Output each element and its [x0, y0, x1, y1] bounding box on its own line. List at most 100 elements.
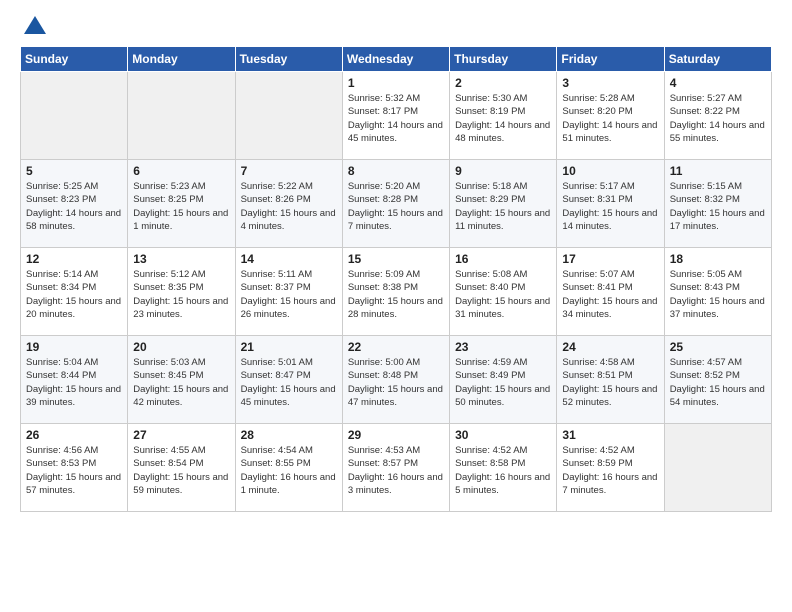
day-info: Sunrise: 5:17 AMSunset: 8:31 PMDaylight:… — [562, 180, 658, 233]
page: SundayMondayTuesdayWednesdayThursdayFrid… — [0, 0, 792, 528]
weekday-header: Wednesday — [342, 47, 449, 72]
calendar-cell: 11 Sunrise: 5:15 AMSunset: 8:32 PMDayligh… — [664, 160, 771, 248]
logo — [20, 16, 46, 34]
day-info: Sunrise: 5:27 AMSunset: 8:22 PMDaylight:… — [670, 92, 766, 145]
calendar-cell: 26 Sunrise: 4:56 AMSunset: 8:53 PMDayligh… — [21, 424, 128, 512]
calendar-cell: 20Sunrise: 5:03 AMSunset: 8:45 PMDayligh… — [128, 336, 235, 424]
day-number: 31 — [562, 428, 658, 442]
weekday-header: Thursday — [450, 47, 557, 72]
calendar-cell — [21, 72, 128, 160]
weekday-header: Saturday — [664, 47, 771, 72]
calendar-header: SundayMondayTuesdayWednesdayThursdayFrid… — [21, 47, 772, 72]
day-number: 18 — [670, 252, 766, 266]
weekday-header: Tuesday — [235, 47, 342, 72]
day-info: Sunrise: 5:15 AMSunset: 8:32 PMDaylight:… — [670, 180, 766, 233]
header — [20, 16, 772, 34]
logo-icon — [24, 16, 46, 34]
day-number: 2 — [455, 76, 551, 90]
day-number: 7 — [241, 164, 337, 178]
calendar-week-row: 12 Sunrise: 5:14 AMSunset: 8:34 PMDayligh… — [21, 248, 772, 336]
calendar-cell: 18 Sunrise: 5:05 AMSunset: 8:43 PMDayligh… — [664, 248, 771, 336]
day-number: 3 — [562, 76, 658, 90]
day-info: Sunrise: 5:05 AMSunset: 8:43 PMDaylight:… — [670, 268, 766, 321]
calendar-cell: 3 Sunrise: 5:28 AMSunset: 8:20 PMDaylight… — [557, 72, 664, 160]
day-number: 28 — [241, 428, 337, 442]
day-number: 25 — [670, 340, 766, 354]
day-info: Sunrise: 5:11 AMSunset: 8:37 PMDaylight:… — [241, 268, 337, 321]
day-info: Sunrise: 5:32 AMSunset: 8:17 PMDaylight:… — [348, 92, 444, 145]
day-number: 12 — [26, 252, 122, 266]
calendar-cell: 14Sunrise: 5:11 AMSunset: 8:37 PMDayligh… — [235, 248, 342, 336]
day-info: Sunrise: 5:25 AMSunset: 8:23 PMDaylight:… — [26, 180, 122, 233]
calendar-cell: 6Sunrise: 5:23 AMSunset: 8:25 PMDaylight… — [128, 160, 235, 248]
day-number: 11 — [670, 164, 766, 178]
day-info: Sunrise: 5:28 AMSunset: 8:20 PMDaylight:… — [562, 92, 658, 145]
day-number: 5 — [26, 164, 122, 178]
calendar-week-row: 5 Sunrise: 5:25 AMSunset: 8:23 PMDaylight… — [21, 160, 772, 248]
calendar-cell: 30Sunrise: 4:52 AMSunset: 8:58 PMDayligh… — [450, 424, 557, 512]
day-number: 16 — [455, 252, 551, 266]
calendar-cell: 13 Sunrise: 5:12 AMSunset: 8:35 PMDayligh… — [128, 248, 235, 336]
weekday-header: Friday — [557, 47, 664, 72]
calendar-cell: 4 Sunrise: 5:27 AMSunset: 8:22 PMDaylight… — [664, 72, 771, 160]
day-number: 15 — [348, 252, 444, 266]
calendar-cell: 9Sunrise: 5:18 AMSunset: 8:29 PMDaylight… — [450, 160, 557, 248]
calendar-cell: 1 Sunrise: 5:32 AMSunset: 8:17 PMDaylight… — [342, 72, 449, 160]
day-number: 20 — [133, 340, 229, 354]
day-info: Sunrise: 4:59 AMSunset: 8:49 PMDaylight:… — [455, 356, 551, 409]
calendar-body: 1 Sunrise: 5:32 AMSunset: 8:17 PMDaylight… — [21, 72, 772, 512]
calendar-week-row: 19Sunrise: 5:04 AMSunset: 8:44 PMDayligh… — [21, 336, 772, 424]
calendar-cell: 2 Sunrise: 5:30 AMSunset: 8:19 PMDaylight… — [450, 72, 557, 160]
day-info: Sunrise: 4:53 AMSunset: 8:57 PMDaylight:… — [348, 444, 444, 497]
weekday-header: Sunday — [21, 47, 128, 72]
day-number: 8 — [348, 164, 444, 178]
day-info: Sunrise: 5:12 AMSunset: 8:35 PMDaylight:… — [133, 268, 229, 321]
day-info: Sunrise: 5:07 AMSunset: 8:41 PMDaylight:… — [562, 268, 658, 321]
day-info: Sunrise: 5:22 AMSunset: 8:26 PMDaylight:… — [241, 180, 337, 233]
calendar-cell: 31 Sunrise: 4:52 AMSunset: 8:59 PMDayligh… — [557, 424, 664, 512]
calendar-cell: 12 Sunrise: 5:14 AMSunset: 8:34 PMDayligh… — [21, 248, 128, 336]
day-number: 22 — [348, 340, 444, 354]
calendar-cell: 28 Sunrise: 4:54 AMSunset: 8:55 PMDayligh… — [235, 424, 342, 512]
day-info: Sunrise: 5:30 AMSunset: 8:19 PMDaylight:… — [455, 92, 551, 145]
day-info: Sunrise: 4:52 AMSunset: 8:59 PMDaylight:… — [562, 444, 658, 497]
calendar-cell — [128, 72, 235, 160]
day-number: 17 — [562, 252, 658, 266]
day-info: Sunrise: 5:14 AMSunset: 8:34 PMDaylight:… — [26, 268, 122, 321]
day-info: Sunrise: 5:09 AMSunset: 8:38 PMDaylight:… — [348, 268, 444, 321]
day-info: Sunrise: 4:54 AMSunset: 8:55 PMDaylight:… — [241, 444, 337, 497]
calendar-cell: 16Sunrise: 5:08 AMSunset: 8:40 PMDayligh… — [450, 248, 557, 336]
calendar-cell — [664, 424, 771, 512]
calendar-cell: 23Sunrise: 4:59 AMSunset: 8:49 PMDayligh… — [450, 336, 557, 424]
day-number: 1 — [348, 76, 444, 90]
day-number: 6 — [133, 164, 229, 178]
calendar-cell: 25 Sunrise: 4:57 AMSunset: 8:52 PMDayligh… — [664, 336, 771, 424]
day-info: Sunrise: 4:56 AMSunset: 8:53 PMDaylight:… — [26, 444, 122, 497]
day-info: Sunrise: 5:00 AMSunset: 8:48 PMDaylight:… — [348, 356, 444, 409]
calendar-cell: 8Sunrise: 5:20 AMSunset: 8:28 PMDaylight… — [342, 160, 449, 248]
calendar-week-row: 1 Sunrise: 5:32 AMSunset: 8:17 PMDaylight… — [21, 72, 772, 160]
day-info: Sunrise: 5:18 AMSunset: 8:29 PMDaylight:… — [455, 180, 551, 233]
day-number: 13 — [133, 252, 229, 266]
calendar-cell: 17 Sunrise: 5:07 AMSunset: 8:41 PMDayligh… — [557, 248, 664, 336]
calendar-cell: 5 Sunrise: 5:25 AMSunset: 8:23 PMDaylight… — [21, 160, 128, 248]
calendar-cell: 15 Sunrise: 5:09 AMSunset: 8:38 PMDayligh… — [342, 248, 449, 336]
day-info: Sunrise: 4:58 AMSunset: 8:51 PMDaylight:… — [562, 356, 658, 409]
day-number: 21 — [241, 340, 337, 354]
day-number: 24 — [562, 340, 658, 354]
calendar-table: SundayMondayTuesdayWednesdayThursdayFrid… — [20, 46, 772, 512]
day-number: 4 — [670, 76, 766, 90]
calendar-cell: 7 Sunrise: 5:22 AMSunset: 8:26 PMDaylight… — [235, 160, 342, 248]
calendar-cell: 29Sunrise: 4:53 AMSunset: 8:57 PMDayligh… — [342, 424, 449, 512]
day-number: 10 — [562, 164, 658, 178]
day-number: 27 — [133, 428, 229, 442]
day-info: Sunrise: 5:01 AMSunset: 8:47 PMDaylight:… — [241, 356, 337, 409]
day-info: Sunrise: 4:57 AMSunset: 8:52 PMDaylight:… — [670, 356, 766, 409]
day-number: 19 — [26, 340, 122, 354]
calendar-cell: 27Sunrise: 4:55 AMSunset: 8:54 PMDayligh… — [128, 424, 235, 512]
calendar-cell: 24 Sunrise: 4:58 AMSunset: 8:51 PMDayligh… — [557, 336, 664, 424]
day-info: Sunrise: 4:52 AMSunset: 8:58 PMDaylight:… — [455, 444, 551, 497]
weekday-row: SundayMondayTuesdayWednesdayThursdayFrid… — [21, 47, 772, 72]
calendar-week-row: 26 Sunrise: 4:56 AMSunset: 8:53 PMDayligh… — [21, 424, 772, 512]
day-number: 26 — [26, 428, 122, 442]
